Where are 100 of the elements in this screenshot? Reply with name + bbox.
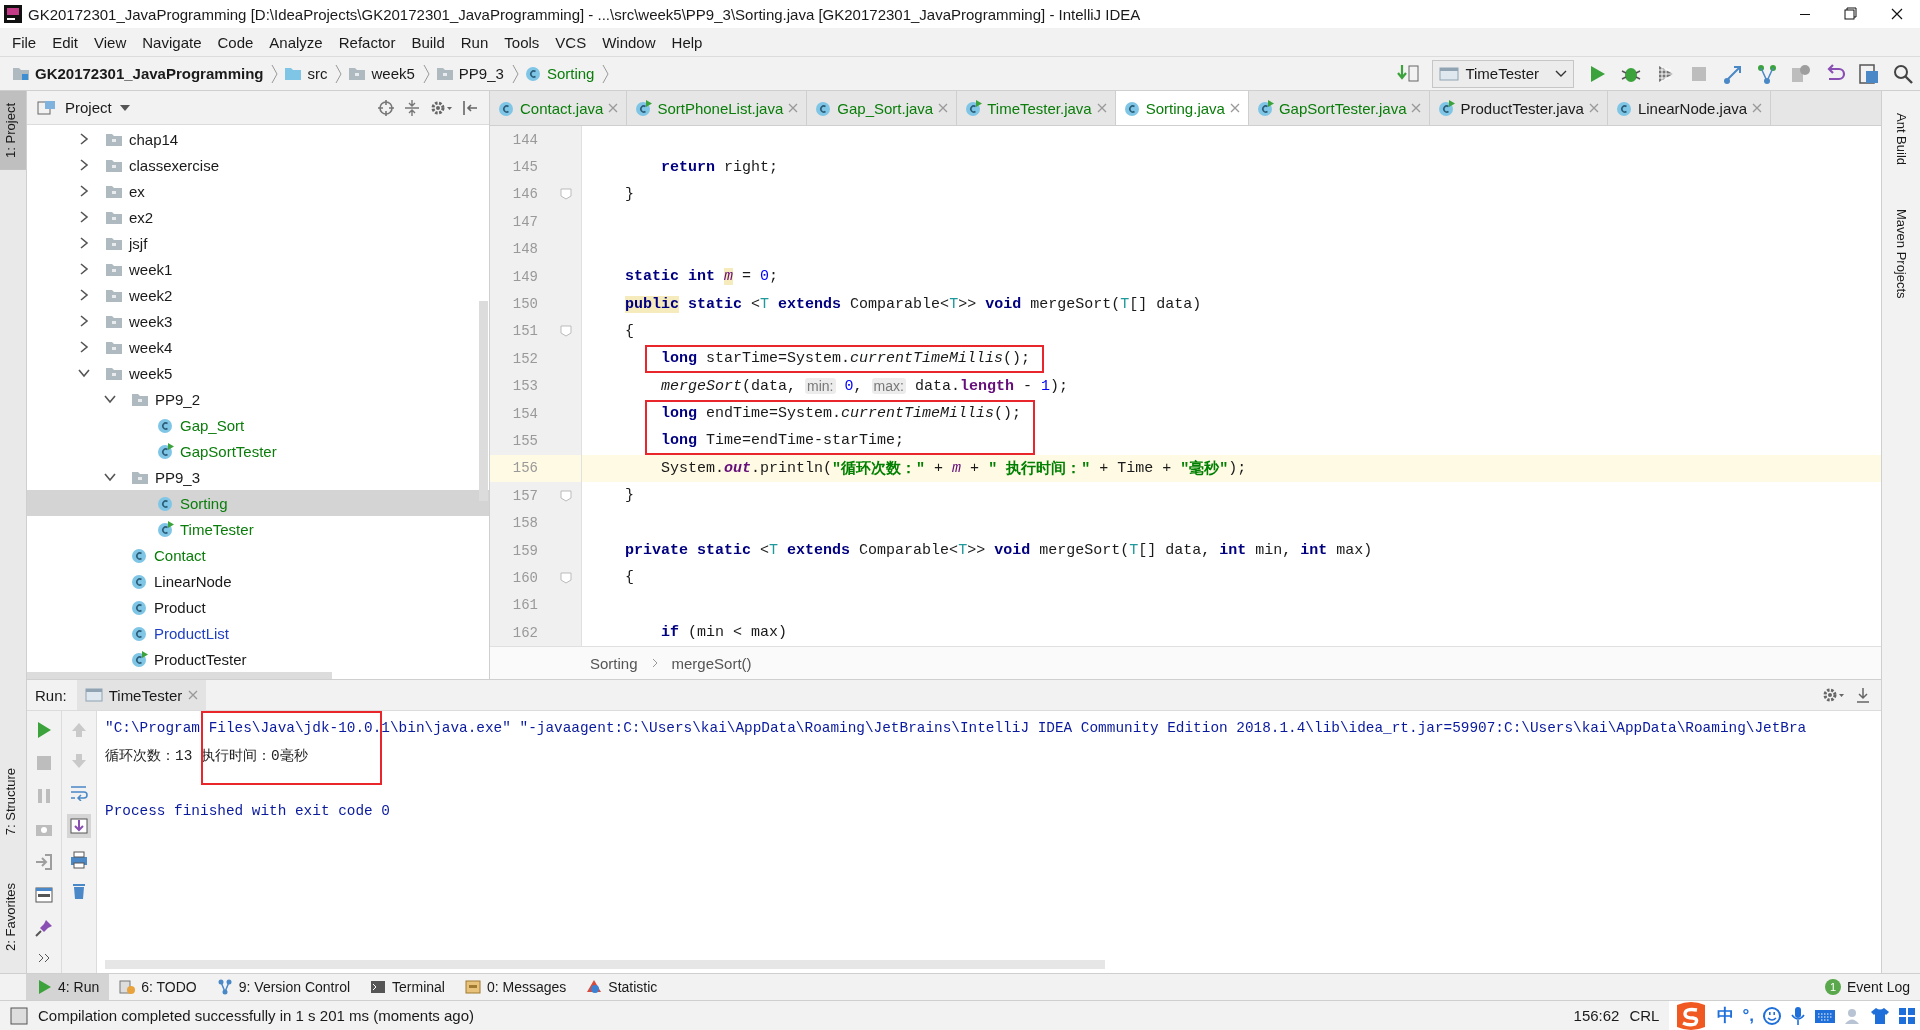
line-separator[interactable]: CRL bbox=[1629, 1007, 1660, 1024]
compare-icon[interactable] bbox=[1790, 62, 1812, 85]
tool-window-button[interactable]: 1: Project bbox=[0, 91, 26, 170]
menu-item[interactable]: Code bbox=[209, 33, 262, 51]
editor-tab[interactable]: Sorting.java bbox=[1115, 91, 1249, 125]
tree-item[interactable]: LinearNode bbox=[27, 568, 489, 594]
menu-item[interactable]: File bbox=[4, 33, 45, 51]
tree-item[interactable]: week4 bbox=[27, 334, 489, 360]
shirt-icon[interactable] bbox=[1870, 1006, 1890, 1025]
tree-item[interactable]: ex bbox=[27, 178, 489, 204]
menu-item[interactable]: Tools bbox=[496, 33, 548, 51]
tool-window-tab[interactable]: 6: TODO bbox=[109, 974, 207, 1000]
tool-window-button[interactable]: Maven Projects bbox=[1890, 197, 1912, 311]
tool-window-button[interactable]: 7: Structure bbox=[0, 755, 26, 848]
breadcrumb-item[interactable]: week5 bbox=[371, 65, 415, 82]
tree-item[interactable]: GapSortTester bbox=[27, 438, 489, 464]
close-icon[interactable] bbox=[608, 103, 619, 113]
fold-marker-icon[interactable] bbox=[560, 571, 572, 584]
editor-tab[interactable]: ProductTester.java bbox=[1430, 91, 1608, 125]
panel-view-dropdown[interactable]: Project bbox=[65, 99, 112, 116]
user-icon[interactable] bbox=[1844, 1006, 1862, 1025]
close-icon[interactable] bbox=[788, 103, 799, 113]
scrollbar[interactable] bbox=[105, 960, 1105, 969]
hide-panel-icon[interactable] bbox=[461, 98, 479, 117]
close-icon[interactable] bbox=[1096, 103, 1107, 113]
hide-panel-icon[interactable] bbox=[1855, 686, 1871, 704]
scrollbar[interactable] bbox=[479, 301, 488, 501]
breadcrumb-item[interactable]: PP9_3 bbox=[458, 65, 504, 82]
menu-item[interactable]: Navigate bbox=[134, 33, 210, 51]
login-icon[interactable] bbox=[35, 853, 53, 871]
panel-toggle-icon[interactable] bbox=[10, 1006, 28, 1025]
tree-item[interactable]: week3 bbox=[27, 308, 489, 334]
menu-item[interactable]: Window bbox=[594, 33, 664, 51]
print-icon[interactable] bbox=[70, 851, 88, 869]
tool-window-tab[interactable]: 4: Run bbox=[26, 974, 110, 1000]
fold-marker-icon[interactable] bbox=[560, 188, 572, 201]
tree-item[interactable]: week1 bbox=[27, 256, 489, 282]
tree-item[interactable]: ex2 bbox=[27, 204, 489, 230]
vcs-commit-icon[interactable] bbox=[1756, 62, 1778, 85]
tree-item[interactable]: PP9_3 bbox=[27, 464, 489, 490]
breadcrumb-item[interactable]: mergeSort() bbox=[671, 654, 752, 672]
tree-item[interactable]: Gap_Sort bbox=[27, 412, 489, 438]
pin-icon[interactable] bbox=[35, 919, 53, 937]
ime-button[interactable]: °, bbox=[1742, 1005, 1754, 1026]
tree-item[interactable]: PP9_2 bbox=[27, 386, 489, 412]
breadcrumb-item[interactable]: GK20172301_JavaProgramming bbox=[35, 65, 264, 82]
tool-window-button[interactable]: 2: Favorites bbox=[0, 871, 26, 963]
menu-item[interactable]: Help bbox=[663, 33, 711, 51]
tool-window-button[interactable]: Ant Build bbox=[1890, 101, 1912, 178]
editor-tab[interactable]: LinearNode.java bbox=[1607, 91, 1772, 125]
event-log-tab[interactable]: 1 Event Log bbox=[1814, 974, 1920, 1000]
tree-item[interactable]: Product bbox=[27, 594, 489, 620]
scrollbar[interactable] bbox=[27, 672, 332, 679]
breadcrumb-item[interactable]: Sorting bbox=[546, 65, 595, 82]
tool-window-tab[interactable]: 9: Version Control bbox=[206, 974, 361, 1000]
tool-window-tab[interactable]: Terminal bbox=[360, 974, 455, 1000]
smiley-icon[interactable] bbox=[1762, 1005, 1782, 1026]
menu-item[interactable]: View bbox=[86, 33, 135, 51]
menu-item[interactable]: Refactor bbox=[330, 33, 404, 51]
tree-item[interactable]: Sorting bbox=[27, 490, 489, 516]
editor-tab[interactable]: GapSortTester.java bbox=[1248, 91, 1431, 125]
ime-button[interactable]: 中 bbox=[1717, 1004, 1735, 1027]
close-icon[interactable] bbox=[1411, 103, 1422, 113]
menu-item[interactable]: Run bbox=[452, 33, 497, 51]
microphone-icon[interactable] bbox=[1790, 1005, 1806, 1026]
breadcrumb-item[interactable]: Sorting bbox=[590, 654, 638, 672]
trash-icon[interactable] bbox=[70, 882, 88, 900]
menu-item[interactable]: Analyze bbox=[261, 33, 331, 51]
tool-window-tab[interactable]: 0: Messages bbox=[454, 974, 577, 1000]
tree-item[interactable]: ProductList bbox=[27, 620, 489, 646]
menu-item[interactable]: Build bbox=[403, 33, 453, 51]
menu-item[interactable]: VCS bbox=[547, 33, 595, 51]
close-icon[interactable] bbox=[188, 690, 199, 700]
menu-item[interactable]: Edit bbox=[44, 33, 87, 51]
close-icon[interactable] bbox=[1588, 103, 1599, 113]
scroll-to-end-icon[interactable] bbox=[67, 814, 91, 838]
close-icon[interactable] bbox=[1752, 103, 1763, 113]
tree-item[interactable]: jsjf bbox=[27, 230, 489, 256]
tree-item[interactable]: week5 bbox=[27, 360, 489, 386]
locate-icon[interactable] bbox=[377, 98, 395, 117]
fold-marker-icon[interactable] bbox=[560, 489, 572, 502]
build-icon[interactable] bbox=[1396, 62, 1421, 85]
tree-item[interactable]: chap14 bbox=[27, 126, 489, 152]
collapse-all-icon[interactable] bbox=[403, 98, 421, 117]
close-icon[interactable] bbox=[938, 103, 949, 113]
more-icon[interactable] bbox=[37, 952, 51, 964]
cursor-position[interactable]: 156:62 bbox=[1573, 1007, 1620, 1024]
fold-marker-icon[interactable] bbox=[560, 325, 572, 338]
run-configuration-dropdown[interactable]: TimeTester bbox=[1432, 59, 1574, 88]
tree-item[interactable]: TimeTester bbox=[27, 516, 489, 542]
tree-item[interactable]: week2 bbox=[27, 282, 489, 308]
close-icon[interactable] bbox=[1229, 103, 1240, 113]
project-structure-icon[interactable] bbox=[1858, 62, 1880, 85]
tree-item[interactable]: classexercise bbox=[27, 152, 489, 178]
editor-tab[interactable]: Gap_Sort.java bbox=[807, 91, 958, 125]
editor-tab[interactable]: TimeTester.java bbox=[957, 91, 1116, 125]
search-icon[interactable] bbox=[1892, 62, 1914, 85]
soft-wrap-icon[interactable] bbox=[70, 783, 88, 801]
editor-tab[interactable]: Contact.java bbox=[490, 91, 628, 125]
grid-icon[interactable] bbox=[1898, 1006, 1916, 1025]
